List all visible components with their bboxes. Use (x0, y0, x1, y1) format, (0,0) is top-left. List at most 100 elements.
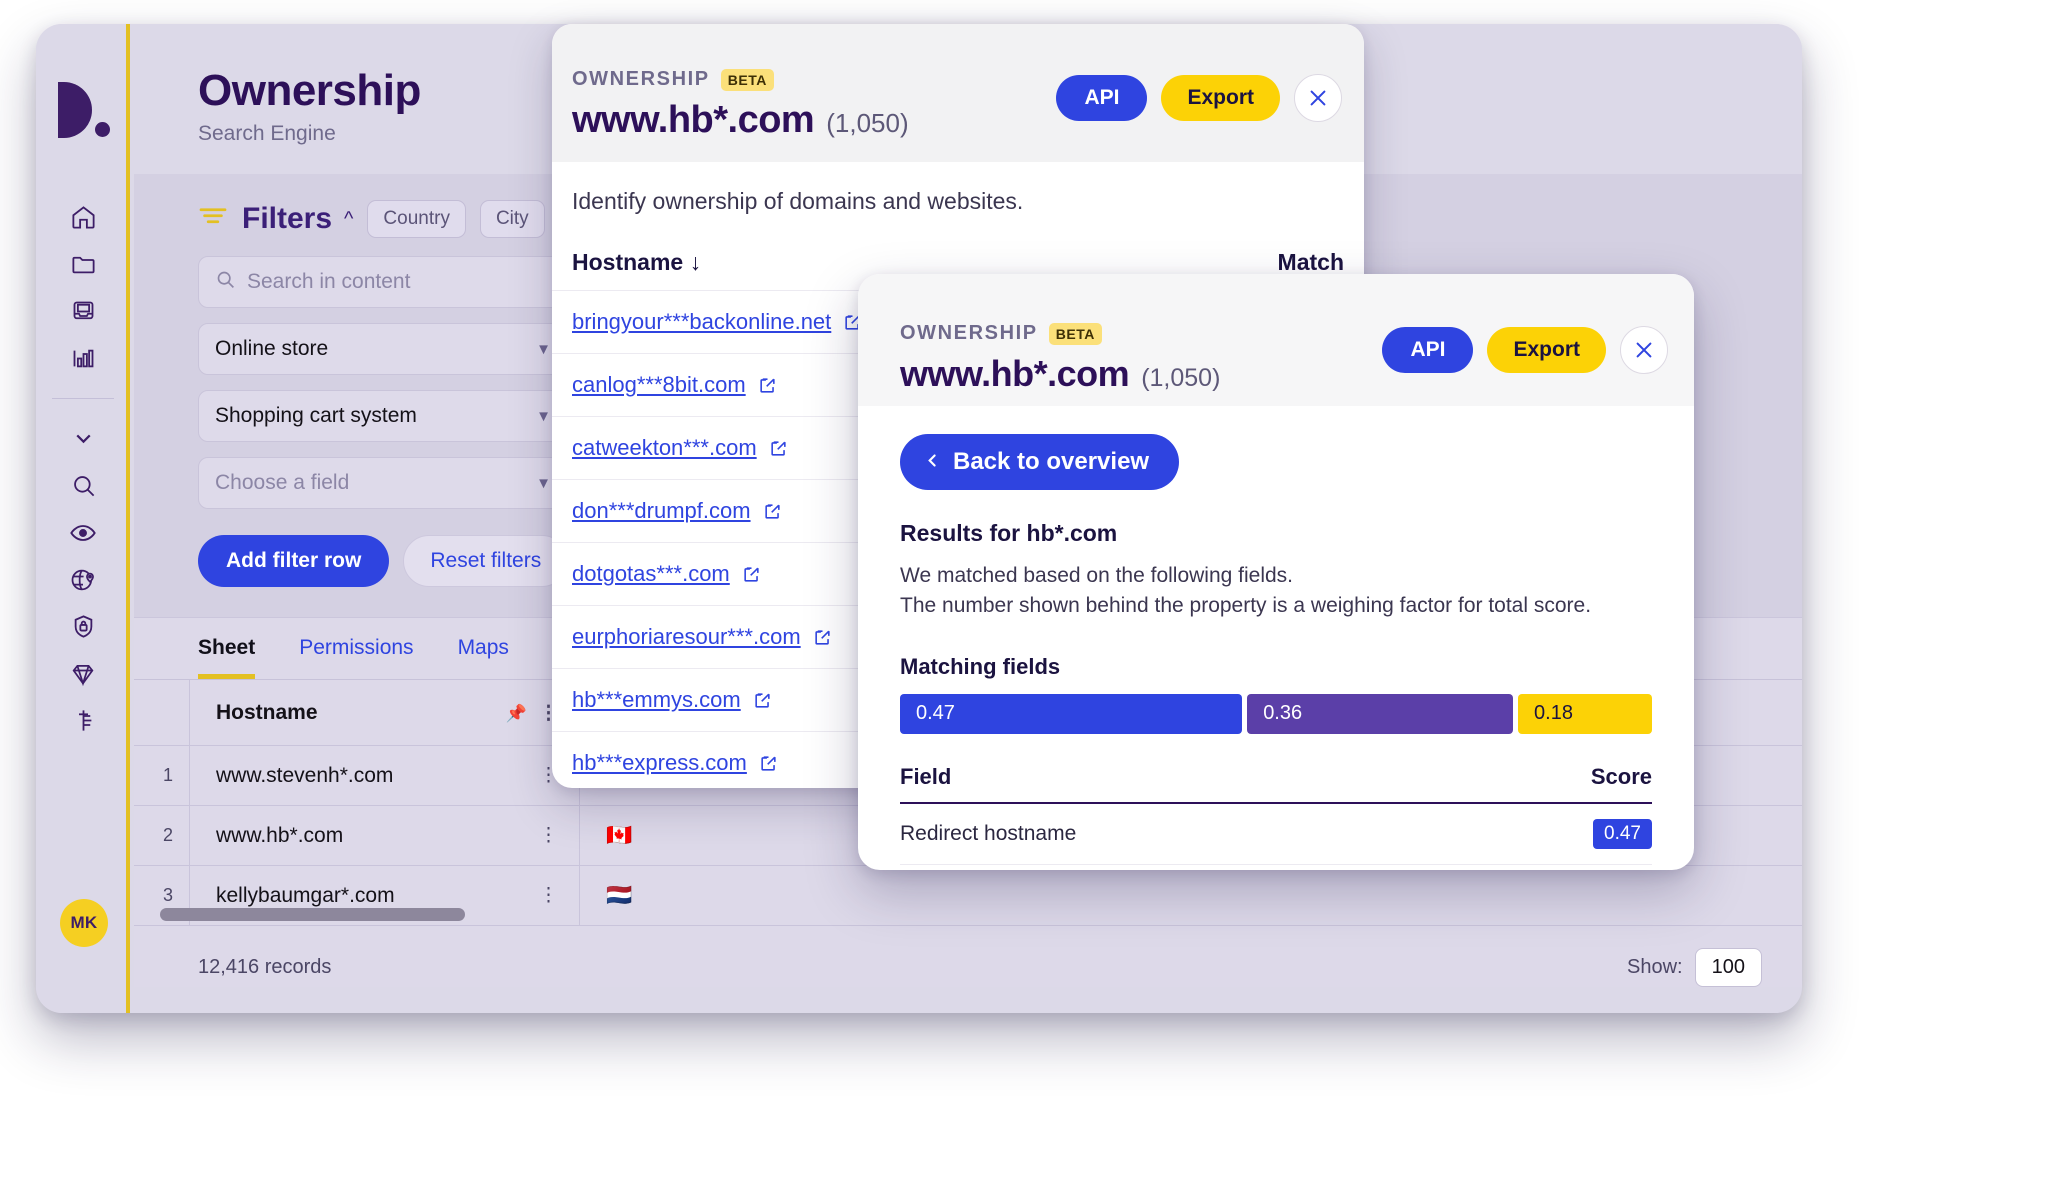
ownership-col-hostname[interactable]: Hostname ↓ (572, 249, 701, 276)
filter-field-select-2[interactable]: Shopping cart system ▼ (198, 390, 568, 442)
detail-kicker-label: OWNERSHIP (900, 322, 1038, 344)
flag-icon: 🇨🇦 (606, 823, 633, 847)
sidebar-item-premium[interactable] (36, 650, 130, 697)
beta-badge: BETA (1048, 322, 1102, 345)
ownership-col-match: Match (1277, 249, 1344, 275)
filters-label[interactable]: Filters (242, 202, 332, 236)
row-menu-icon[interactable]: ⋮ (539, 884, 559, 907)
row-number: 2 (134, 806, 190, 865)
ownership-hostname-text: catweekton***.com (572, 435, 757, 460)
tab-maps[interactable]: Maps (458, 636, 509, 679)
filter-field-select-1[interactable]: Online store ▼ (198, 323, 568, 375)
pin-icon[interactable]: 📌 (506, 704, 527, 723)
cell-country: 🇨🇦 (580, 824, 750, 848)
page-size-control: Show: 100 (1627, 948, 1762, 987)
score-col-score: Score (1590, 763, 1652, 789)
ownership-kicker-label: OWNERSHIP (572, 68, 710, 90)
chevron-up-icon[interactable]: ^ (344, 208, 353, 231)
ownership-hostname-link[interactable]: hb***express.com (572, 750, 778, 776)
api-button[interactable]: API (1382, 327, 1474, 373)
sidebar-item-network[interactable] (36, 697, 130, 744)
sidebar-item-inbox[interactable] (36, 288, 130, 335)
bar-segment-whois: 0.36 (1247, 693, 1514, 734)
sidebar-item-geo[interactable] (36, 556, 130, 603)
close-icon[interactable] (1294, 74, 1342, 122)
match-detail-panel: OWNERSHIP BETA www.hb*.com (1,050) API E… (858, 274, 1694, 870)
search-placeholder: Search in content (247, 270, 411, 293)
ownership-hostname-text: bringyour***backonline.net (572, 309, 832, 334)
score-table-row: Redirect hostname 0.47 (900, 804, 1652, 865)
sidebar-rail: MK (36, 24, 130, 1013)
cell-hostname: www.stevenh*.com ⋮ (190, 746, 580, 805)
close-icon[interactable] (1620, 326, 1668, 374)
arrow-down-icon: ↓ (689, 249, 702, 275)
page-size-select[interactable]: 100 (1694, 948, 1762, 987)
row-menu-icon[interactable]: ⋮ (539, 824, 559, 847)
row-number-header (134, 680, 190, 745)
ownership-hostname-text: hb***express.com (572, 750, 747, 775)
score-value: 0.47 (1593, 818, 1652, 849)
ownership-count: (1,050) (826, 108, 909, 138)
sidebar-item-home[interactable] (36, 194, 130, 241)
tab-permissions[interactable]: Permissions (299, 636, 413, 679)
screenshot-stage: MK Ownership Search Engine Filters ^ Cou… (0, 0, 2048, 1202)
back-to-overview-label: Back to overview (953, 448, 1150, 475)
detail-body: Back to overview Results for hb*.com We … (858, 406, 1694, 870)
ownership-hostname-link[interactable]: canlog***8bit.com (572, 372, 777, 398)
add-filter-row-button[interactable]: Add filter row (198, 535, 390, 587)
ownership-hostname-link[interactable]: dotgotas***.com (572, 561, 761, 587)
ownership-hostname-link[interactable]: hb***emmys.com (572, 687, 772, 713)
bar-segment-value: 0.36 (1263, 702, 1303, 725)
results-heading: Results for hb*.com (900, 520, 1118, 546)
sidebar-item-visibility[interactable] (36, 509, 130, 556)
sidebar-divider (52, 398, 114, 399)
sidebar-item-folder[interactable] (36, 241, 130, 288)
ownership-hostname-link[interactable]: eurphoriaresour***.com (572, 624, 832, 650)
detail-actions: API Export (1382, 326, 1668, 374)
filter-field-select-3[interactable]: Choose a field ▼ (198, 457, 568, 509)
avatar[interactable]: MK (60, 899, 108, 947)
matching-fields-bar: 0.47 0.36 0.18 (900, 693, 1653, 734)
horizontal-scrollbar[interactable] (160, 908, 465, 921)
ownership-hostname-link[interactable]: catweekton***.com (572, 435, 788, 461)
back-to-overview-button[interactable]: Back to overview (900, 434, 1180, 490)
bar-segment-value: 0.18 (1534, 702, 1573, 725)
tab-sheet[interactable]: Sheet (198, 636, 256, 679)
filter-icon (198, 205, 228, 234)
sidebar-item-expand[interactable] (36, 415, 130, 462)
cell-hostname-text: www.hb*.com (216, 823, 344, 847)
filter-chip-country[interactable]: Country (367, 200, 466, 238)
export-button[interactable]: Export (1161, 75, 1280, 121)
ownership-header: OWNERSHIP BETA www.hb*.com (1,050) API E… (552, 24, 1364, 162)
detail-count: (1,050) (1141, 364, 1221, 392)
sidebar-icon-list (36, 194, 130, 744)
filter-field-value-3: Choose a field (215, 471, 350, 494)
api-button[interactable]: API (1056, 75, 1148, 121)
chevron-left-icon (924, 448, 941, 476)
results-note-line2: The number shown behind the property is … (900, 594, 1592, 618)
sidebar-item-security[interactable] (36, 603, 130, 650)
export-button[interactable]: Export (1487, 327, 1606, 373)
ownership-domain: www.hb*.com (572, 99, 815, 141)
chevron-down-icon: ▼ (536, 474, 551, 492)
cell-hostname: www.hb*.com ⋮ (190, 806, 580, 865)
sidebar-item-analytics[interactable] (36, 335, 130, 382)
search-icon (215, 269, 236, 295)
ownership-hostname-text: eurphoriaresour***.com (572, 624, 801, 649)
score-table-header: Field Score (900, 764, 1652, 804)
score-table-row: Whois organization 0.36 (900, 865, 1652, 870)
reset-filters-button[interactable]: Reset filters (403, 535, 569, 587)
flag-icon: 🇳🇱 (606, 883, 633, 907)
ownership-hostname-text: canlog***8bit.com (572, 372, 746, 397)
sidebar-item-search[interactable] (36, 462, 130, 509)
results-note-line1: We matched based on the following fields… (900, 564, 1294, 587)
bar-segment-value: 0.47 (916, 702, 955, 725)
ownership-hostname-link[interactable]: don***drumpf.com (572, 498, 782, 524)
ownership-hostname-text: hb***emmys.com (572, 687, 741, 712)
ownership-actions: API Export (1056, 74, 1342, 122)
cell-hostname-text: kellybaumgar*.com (216, 883, 395, 907)
ownership-hostname-text: don***drumpf.com (572, 498, 751, 523)
filter-chip-city[interactable]: City (479, 200, 545, 238)
page-size-label: Show: (1627, 956, 1683, 978)
ownership-hostname-link[interactable]: bringyour***backonline.net (572, 309, 862, 335)
